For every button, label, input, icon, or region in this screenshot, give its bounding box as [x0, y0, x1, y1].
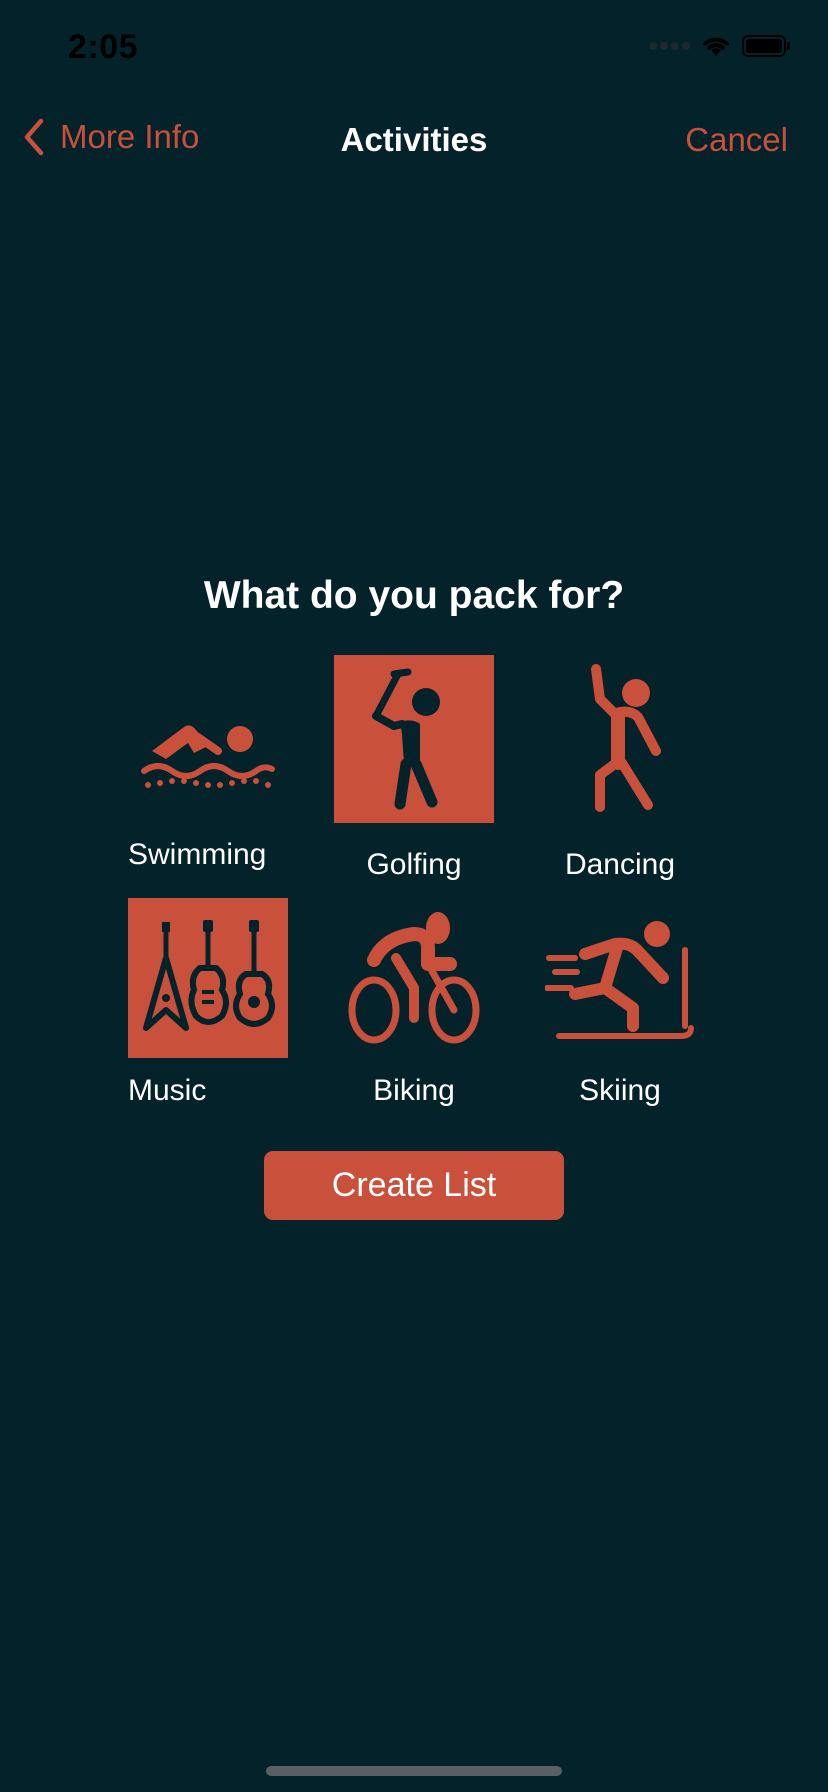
swimming-icon-box — [128, 655, 288, 823]
golfing-icon-box — [334, 655, 494, 823]
activity-tile-golfing[interactable]: Golfing — [334, 655, 494, 885]
skiing-icon — [545, 921, 694, 1039]
music-icon — [143, 920, 275, 1031]
activity-tile-swimming[interactable]: Swimming — [128, 655, 288, 875]
home-indicator[interactable] — [266, 1766, 562, 1776]
wifi-icon — [703, 37, 729, 56]
question-heading: What do you pack for? — [203, 574, 625, 617]
activity-label-skiing: Skiing — [579, 1074, 661, 1107]
activity-label-golfing: Golfing — [366, 848, 462, 881]
swimming-icon — [141, 725, 275, 788]
music-icon-box — [128, 898, 288, 1058]
activity-tile-skiing[interactable]: Skiing — [540, 898, 700, 1118]
activity-label-music: Music — [128, 1074, 207, 1107]
create-list-button[interactable]: Create List — [264, 1151, 564, 1220]
dancing-icon-box — [540, 655, 700, 823]
battery-icon — [742, 35, 790, 57]
status-icons — [649, 34, 792, 58]
biking-icon — [348, 912, 480, 1044]
activity-tile-biking[interactable]: Biking — [334, 898, 494, 1118]
activity-label-dancing: Dancing — [564, 848, 676, 881]
activity-tile-music[interactable]: Music — [128, 898, 288, 1118]
dancing-icon — [591, 664, 661, 812]
skiing-icon-box — [540, 898, 700, 1058]
activity-tile-dancing[interactable]: Dancing — [540, 655, 700, 885]
golfing-icon — [372, 668, 440, 810]
status-time: 2:05 — [68, 28, 139, 66]
activities-screen: 2:05 More Info Activities Cancel What do… — [0, 0, 828, 1792]
activity-label-biking: Biking — [373, 1074, 455, 1107]
cellular-signal-icon — [649, 42, 690, 50]
activity-label-swimming: Swimming — [128, 838, 267, 871]
biking-icon-box — [334, 898, 494, 1058]
cancel-button[interactable]: Cancel — [685, 121, 788, 159]
